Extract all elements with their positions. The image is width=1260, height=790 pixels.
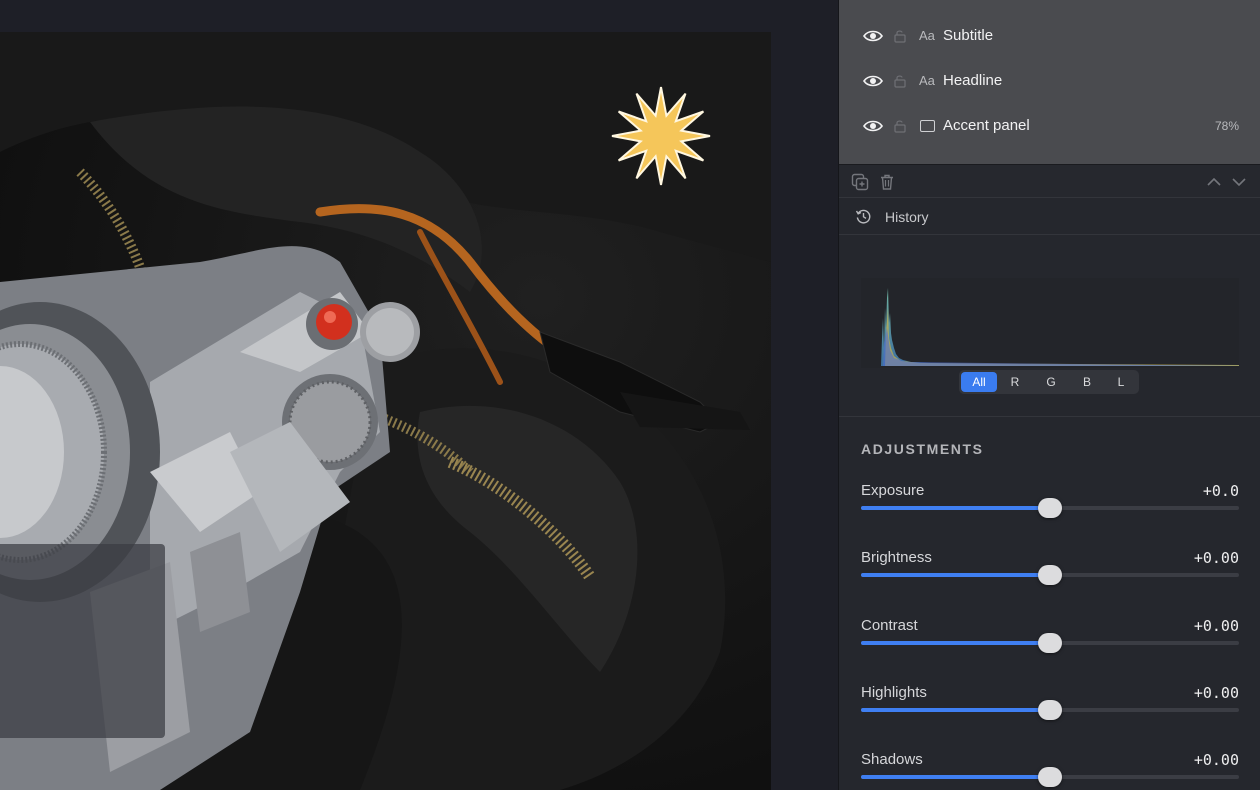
slider-fill: [861, 708, 1050, 712]
adjustment-label: Exposure: [861, 482, 925, 499]
channel-tab-all[interactable]: All: [961, 372, 997, 392]
adjustment-exposure: Exposure +0.0: [861, 482, 1239, 532]
slider-track[interactable]: [861, 767, 1239, 787]
slider-track[interactable]: [861, 633, 1239, 653]
layer-name[interactable]: Subtitle: [943, 27, 993, 44]
adjustment-shadows: Shadows +0.00: [861, 751, 1239, 790]
history-button[interactable]: History: [839, 198, 1260, 235]
eye-icon[interactable]: [863, 119, 883, 133]
eye-icon[interactable]: [863, 74, 883, 88]
slider-track[interactable]: [861, 700, 1239, 720]
adjustment-label: Brightness: [861, 549, 932, 566]
channel-tab-r[interactable]: R: [997, 372, 1033, 392]
layer-name[interactable]: Accent panel: [943, 117, 1030, 134]
adjustment-value[interactable]: +0.0: [1203, 482, 1239, 500]
histogram-channel-tabs: All R G B L: [959, 370, 1139, 394]
adjustment-label: Highlights: [861, 684, 927, 701]
layers-list: Aa Subtitle Aa Headline Accent panel 78%: [839, 0, 1260, 164]
layer-row-subtitle[interactable]: Aa Subtitle: [839, 13, 1260, 58]
chevron-down-icon[interactable]: [1230, 173, 1248, 191]
eye-icon[interactable]: [863, 29, 883, 43]
adjustment-value[interactable]: +0.00: [1194, 684, 1239, 702]
slider-thumb[interactable]: [1038, 633, 1062, 653]
section-divider: [839, 416, 1260, 417]
slider-fill: [861, 506, 1050, 510]
trash-icon[interactable]: [878, 173, 896, 191]
unlock-icon[interactable]: [893, 119, 907, 133]
layer-row-accent-panel[interactable]: Accent panel 78%: [839, 103, 1260, 148]
accent-panel-shape[interactable]: [0, 544, 165, 738]
history-label: History: [885, 209, 929, 225]
history-icon: [855, 209, 871, 224]
adjustment-label: Shadows: [861, 751, 923, 768]
slider-thumb[interactable]: [1038, 767, 1062, 787]
channel-tab-l[interactable]: L: [1105, 372, 1137, 392]
adjustment-contrast: Contrast +0.00: [861, 617, 1239, 667]
layer-row-headline[interactable]: Aa Headline: [839, 58, 1260, 103]
duplicate-icon[interactable]: [851, 173, 869, 191]
unlock-icon[interactable]: [893, 29, 907, 43]
text-layer-icon: Aa: [919, 73, 935, 88]
adjustment-brightness: Brightness +0.00: [861, 549, 1239, 599]
channel-tab-b[interactable]: B: [1069, 372, 1105, 392]
unlock-icon[interactable]: [893, 74, 907, 88]
slider-thumb[interactable]: [1038, 498, 1062, 518]
slider-fill: [861, 573, 1050, 577]
channel-tab-g[interactable]: G: [1033, 372, 1069, 392]
canvas-area[interactable]: [0, 0, 838, 790]
layer-toolbar: [839, 164, 1260, 198]
adjustment-label: Contrast: [861, 617, 918, 634]
slider-thumb[interactable]: [1038, 700, 1062, 720]
adjustment-value[interactable]: +0.00: [1194, 617, 1239, 635]
adjustment-highlights: Highlights +0.00: [861, 684, 1239, 734]
chevron-up-icon[interactable]: [1205, 173, 1223, 191]
text-layer-icon: Aa: [919, 28, 935, 43]
layer-opacity: 78%: [1214, 118, 1239, 133]
adjustment-value[interactable]: +0.00: [1194, 751, 1239, 769]
slider-track[interactable]: [861, 565, 1239, 585]
slider-track[interactable]: [861, 498, 1239, 518]
rectangle-layer-icon: [920, 119, 935, 132]
adjustment-value[interactable]: +0.00: [1194, 549, 1239, 567]
histogram: [861, 278, 1239, 368]
sun-burst-shape[interactable]: [610, 85, 712, 187]
layer-name[interactable]: Headline: [943, 72, 1002, 89]
slider-fill: [861, 775, 1050, 779]
slider-fill: [861, 641, 1050, 645]
adjustments-title: ADJUSTMENTS: [861, 441, 984, 457]
slider-thumb[interactable]: [1038, 565, 1062, 585]
right-panel: Aa Subtitle Aa Headline Accent panel 78%…: [838, 0, 1260, 790]
